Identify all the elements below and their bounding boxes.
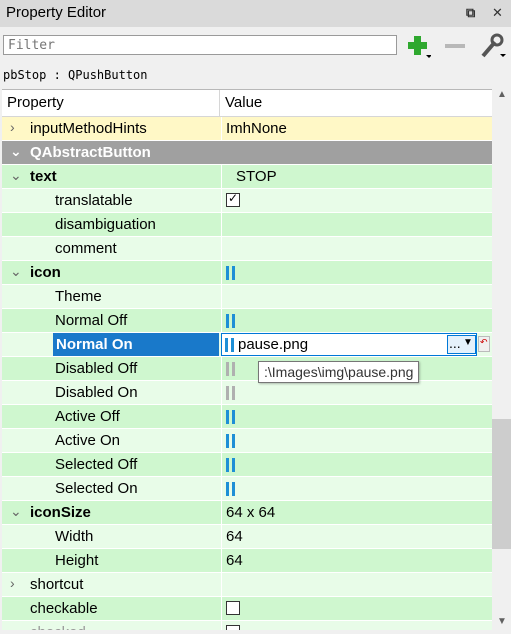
property-name: text bbox=[30, 168, 57, 185]
property-row[interactable]: › shortcut bbox=[2, 573, 492, 597]
translatable-checkbox[interactable]: ✓ bbox=[226, 191, 240, 207]
scrollbar-thumb[interactable] bbox=[492, 419, 511, 549]
property-row[interactable]: checkable bbox=[2, 597, 492, 621]
property-name: Disabled On bbox=[55, 384, 138, 401]
collapse-arrow-icon[interactable]: ⌄ bbox=[10, 167, 22, 184]
category-name: QAbstractButton bbox=[30, 144, 151, 161]
property-name: shortcut bbox=[30, 576, 84, 593]
property-name: inputMethodHints bbox=[30, 120, 147, 137]
property-row[interactable]: Width 64 bbox=[2, 525, 492, 549]
property-row[interactable]: Selected Off bbox=[2, 453, 492, 477]
property-row[interactable]: disambiguation bbox=[2, 213, 492, 237]
expand-arrow-icon[interactable]: › bbox=[10, 575, 15, 591]
property-name: Height bbox=[55, 552, 99, 569]
vertical-scrollbar[interactable]: ▲ ▼ bbox=[492, 89, 511, 629]
object-class-label: pbStop : QPushButton bbox=[3, 68, 148, 82]
plus-icon[interactable] bbox=[405, 33, 432, 59]
scroll-down-icon[interactable]: ▼ bbox=[497, 616, 507, 627]
property-name: comment bbox=[55, 240, 117, 257]
pause-icon bbox=[221, 429, 492, 452]
property-name: Active Off bbox=[55, 408, 120, 425]
property-row[interactable]: comment bbox=[2, 237, 492, 261]
window-title: Property Editor bbox=[6, 4, 107, 21]
pause-icon bbox=[221, 309, 492, 332]
property-name: disambiguation bbox=[55, 216, 156, 233]
property-grid: Property Value › inputMethodHints ImhNon… bbox=[2, 89, 492, 630]
property-row[interactable]: Active On bbox=[2, 429, 492, 453]
property-row[interactable]: ⌄ iconSize 64 x 64 bbox=[2, 501, 492, 525]
property-name: Normal Off bbox=[55, 312, 128, 329]
minus-icon[interactable] bbox=[442, 33, 468, 59]
property-row[interactable]: Normal Off bbox=[2, 309, 492, 333]
category-row: ⌄ QAbstractButton bbox=[2, 141, 492, 165]
pause-icon bbox=[221, 405, 492, 428]
property-name: Disabled Off bbox=[55, 360, 138, 377]
icon-path-value[interactable]: pause.png bbox=[238, 336, 308, 353]
header-value: Value bbox=[225, 94, 263, 111]
property-name: icon bbox=[30, 264, 61, 281]
selected-name-cell: Normal On bbox=[53, 333, 219, 356]
grid-header: Property Value bbox=[2, 90, 492, 117]
property-row[interactable]: ⌄ icon bbox=[2, 261, 492, 285]
collapse-arrow-icon[interactable]: ⌄ bbox=[10, 263, 22, 280]
property-row[interactable]: translatable ✓ bbox=[2, 189, 492, 213]
browse-dropdown-button[interactable]: ... ▼ bbox=[447, 335, 476, 354]
property-name: Theme bbox=[55, 288, 102, 305]
property-value: 64 bbox=[226, 528, 243, 545]
icon-path-editor[interactable]: pause.png ... ▼ bbox=[221, 333, 477, 356]
property-name: Normal On bbox=[56, 336, 133, 353]
checked-checkbox[interactable] bbox=[226, 625, 240, 630]
wrench-icon[interactable] bbox=[478, 33, 506, 59]
property-name: iconSize bbox=[30, 504, 91, 521]
title-bar: Property Editor ⧉ ✕ bbox=[0, 0, 511, 27]
pause-icon bbox=[221, 477, 492, 500]
float-icon[interactable]: ⧉ bbox=[466, 5, 475, 21]
property-row-selected[interactable]: Normal On pause.png ... ▼ ↶ bbox=[2, 333, 492, 357]
property-name: Selected Off bbox=[55, 456, 138, 473]
property-name: Active On bbox=[55, 432, 121, 449]
reset-icon[interactable]: ↶ bbox=[478, 336, 490, 352]
property-value: 64 bbox=[226, 552, 243, 569]
property-row[interactable]: Active Off bbox=[2, 405, 492, 429]
property-name: Width bbox=[55, 528, 94, 545]
collapse-arrow-icon[interactable]: ⌄ bbox=[10, 503, 22, 520]
property-value: STOP bbox=[236, 168, 277, 185]
property-row[interactable]: Theme bbox=[2, 285, 492, 309]
path-tooltip: :\Images\img\pause.png bbox=[258, 361, 420, 383]
property-name: checkable bbox=[30, 600, 98, 617]
property-row[interactable]: Height 64 bbox=[2, 549, 492, 573]
property-name: translatable bbox=[55, 192, 133, 209]
property-value: 64 x 64 bbox=[226, 504, 276, 521]
property-row[interactable]: Selected On bbox=[2, 477, 492, 501]
pause-icon bbox=[221, 453, 492, 476]
property-row[interactable]: › inputMethodHints ImhNone bbox=[2, 117, 492, 141]
close-icon[interactable]: ✕ bbox=[492, 5, 503, 21]
filter-input[interactable] bbox=[3, 35, 397, 55]
expand-arrow-icon[interactable]: › bbox=[10, 119, 15, 135]
property-value: ImhNone bbox=[226, 120, 287, 137]
property-name: checked bbox=[30, 624, 86, 630]
property-name: Selected On bbox=[55, 480, 138, 497]
property-row[interactable]: ⌄ text STOP bbox=[2, 165, 492, 189]
pause-disabled-icon bbox=[221, 381, 492, 404]
property-row[interactable]: checked bbox=[2, 621, 492, 630]
scroll-up-icon[interactable]: ▲ bbox=[497, 89, 507, 100]
pause-icon bbox=[221, 261, 492, 284]
header-property: Property bbox=[7, 94, 64, 111]
checkable-checkbox[interactable] bbox=[226, 601, 240, 615]
property-row[interactable]: Disabled On bbox=[2, 381, 492, 405]
